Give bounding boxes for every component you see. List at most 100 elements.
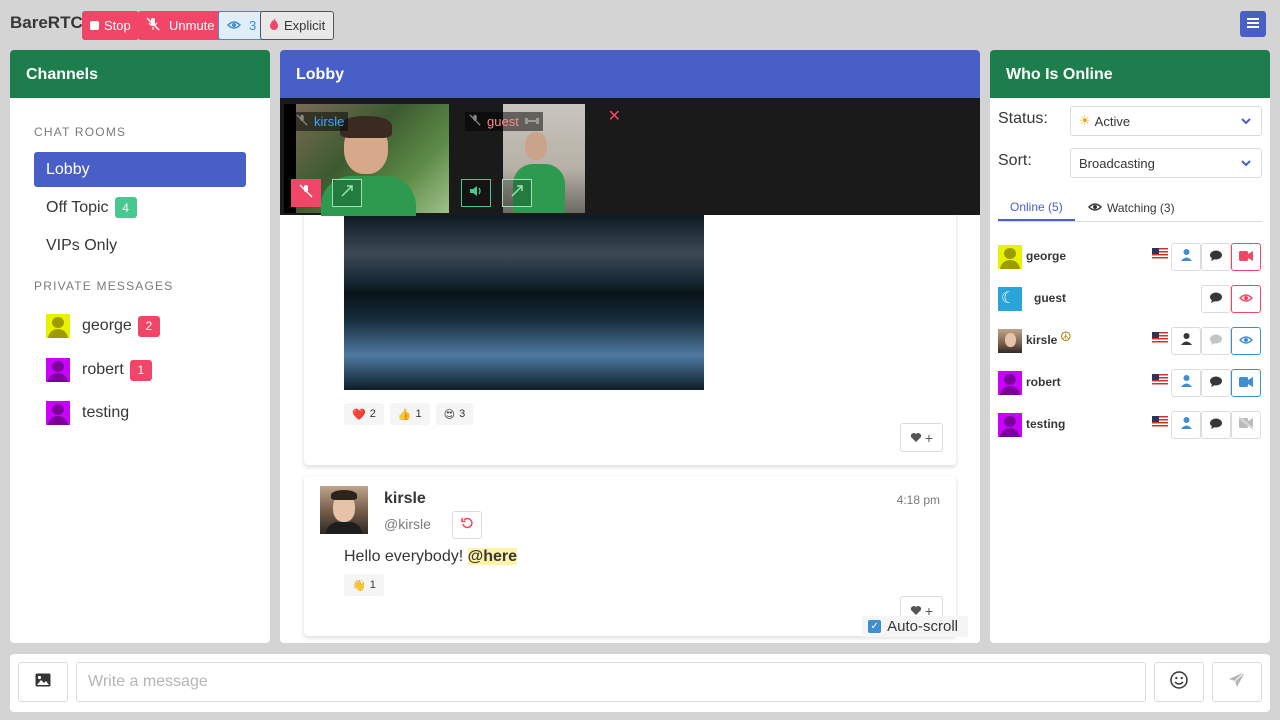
mute-video-button[interactable] — [291, 179, 321, 207]
room-lobby[interactable]: Lobby — [34, 152, 246, 187]
username[interactable]: kirsle — [1026, 333, 1057, 347]
status-select[interactable]: ☀ Active — [1070, 106, 1262, 136]
takeback-button[interactable] — [452, 511, 482, 539]
upload-image-button[interactable] — [18, 662, 68, 702]
pm-robert[interactable]: robert 1 — [46, 357, 152, 383]
message-text: Hello everybody! — [344, 548, 468, 565]
eye-icon — [226, 18, 242, 33]
add-reaction-button[interactable]: + — [900, 423, 943, 452]
user-row-robert: robert — [998, 368, 1262, 400]
video-name-tag: guest — [465, 112, 543, 131]
message-timestamp: 4:18 pm — [896, 493, 940, 507]
sort-value: Broadcasting — [1079, 155, 1155, 171]
popout-video-button[interactable] — [332, 179, 362, 207]
dm-button[interactable] — [1201, 285, 1231, 313]
unread-badge: 4 — [114, 197, 137, 218]
user-row-testing: testing — [998, 410, 1262, 442]
sort-select[interactable]: Broadcasting — [1070, 148, 1262, 178]
room-off-topic[interactable]: Off Topic 4 — [34, 190, 246, 225]
heart-icon — [910, 430, 922, 446]
video-username: guest — [487, 114, 519, 129]
reaction-thumbs-up[interactable]: 👍 1 — [389, 403, 430, 425]
top-nav: BareRTC Stop Unmute 3 Explicit — [0, 0, 1280, 50]
message-input[interactable] — [76, 662, 1146, 702]
eye-icon — [1238, 290, 1254, 308]
chevron-down-icon — [1241, 114, 1251, 129]
tab-online[interactable]: Online (5) — [998, 194, 1075, 221]
dm-button[interactable] — [1201, 243, 1231, 271]
online-tabs: Online (5) Watching (3) — [998, 194, 1262, 222]
undo-icon — [461, 516, 473, 534]
reaction-wave[interactable]: 👋 1 — [344, 574, 384, 596]
pm-testing[interactable]: testing — [46, 400, 129, 426]
autoscroll-toggle[interactable]: ✓ Auto-scroll — [862, 616, 968, 637]
plus-icon: + — [924, 429, 934, 446]
sort-label: Sort: — [998, 152, 1032, 169]
avatar[interactable] — [998, 413, 1022, 437]
pm-george[interactable]: george 2 — [46, 313, 160, 339]
room-vips-only[interactable]: VIPs Only — [34, 228, 246, 263]
dm-button[interactable] — [1201, 369, 1231, 397]
dm-button[interactable] — [1201, 411, 1231, 439]
message-display-name[interactable]: kirsle — [384, 490, 426, 508]
hamburger-menu-button[interactable] — [1240, 11, 1266, 37]
flag-us-icon — [1152, 332, 1168, 343]
profile-button[interactable] — [1171, 369, 1201, 397]
video-name-tag: kirsle — [292, 112, 349, 131]
send-button[interactable] — [1212, 662, 1262, 702]
username[interactable]: guest — [1034, 291, 1066, 305]
username[interactable]: george — [1026, 249, 1066, 263]
username[interactable]: testing — [1026, 417, 1065, 431]
dm-button[interactable] — [1201, 327, 1231, 355]
volume-button[interactable] — [461, 179, 491, 207]
reaction-heart-eyes[interactable]: 😍 3 — [435, 403, 474, 425]
emoji-picker-button[interactable] — [1154, 662, 1204, 702]
avatar[interactable] — [998, 245, 1022, 269]
video-feed-kirsle[interactable]: kirsle — [284, 104, 449, 216]
profile-button[interactable] — [1171, 327, 1201, 355]
fire-icon — [269, 18, 279, 33]
video-feed-guest[interactable]: guest ✕ — [457, 104, 625, 213]
checkbox-checked-icon[interactable]: ✓ — [868, 620, 882, 633]
avatar — [46, 401, 70, 425]
lake-photo[interactable] — [344, 215, 704, 390]
volume-icon — [469, 184, 483, 202]
watch-button[interactable] — [1231, 285, 1261, 313]
tab-watching[interactable]: Watching (3) — [1076, 194, 1187, 221]
close-icon[interactable]: ✕ — [608, 106, 621, 126]
message-username: @kirsle — [384, 516, 431, 532]
profile-button[interactable] — [1171, 243, 1201, 271]
video-call-button[interactable] — [1231, 369, 1261, 397]
status-value: Active — [1094, 113, 1131, 129]
watchers-button[interactable]: 3 — [218, 11, 266, 40]
reactions-row: ❤️ 2 👍 1 😍 3 — [344, 403, 479, 425]
video-off-button[interactable] — [1231, 411, 1261, 439]
avatar — [46, 314, 70, 338]
mention-highlight[interactable]: @here — [467, 548, 518, 565]
stop-button[interactable]: Stop — [82, 11, 139, 40]
unmute-button[interactable]: Unmute — [138, 11, 223, 40]
tab-label: Watching (3) — [1107, 200, 1175, 215]
avatar[interactable] — [998, 371, 1022, 395]
reaction-emoji: 😍 — [443, 408, 456, 421]
reaction-count: 1 — [369, 579, 376, 591]
profile-button[interactable] — [1171, 411, 1201, 439]
watch-button[interactable] — [1231, 327, 1261, 355]
avatar[interactable]: ☾ — [998, 287, 1022, 311]
popout-video-button[interactable] — [502, 179, 532, 207]
avatar[interactable] — [998, 329, 1022, 353]
mic-slash-icon — [146, 17, 160, 34]
username[interactable]: robert — [1026, 375, 1061, 389]
room-name: VIPs Only — [46, 236, 118, 254]
video-call-button[interactable] — [1231, 243, 1261, 271]
reaction-heart[interactable]: ❤️ 2 — [344, 403, 384, 425]
video-username: kirsle — [314, 114, 345, 129]
explicit-button[interactable]: Explicit — [260, 11, 335, 40]
reaction-count: 1 — [415, 408, 422, 420]
unread-badge: 1 — [129, 359, 152, 381]
chat-history[interactable]: ❤️ 2 👍 1 😍 3 + kirsle @kirsle 4:18 pm Hello e… — [280, 215, 980, 643]
channels-panel: Channels CHAT ROOMS Lobby Off Topic 4 VI… — [10, 50, 270, 643]
video-slash-icon — [1238, 416, 1254, 434]
peace-icon: ☮ — [1060, 329, 1072, 344]
lobby-panel: Lobby kirsle guest ✕ ❤️ 2 👍 1 😍 3 + kirs… — [280, 50, 980, 643]
